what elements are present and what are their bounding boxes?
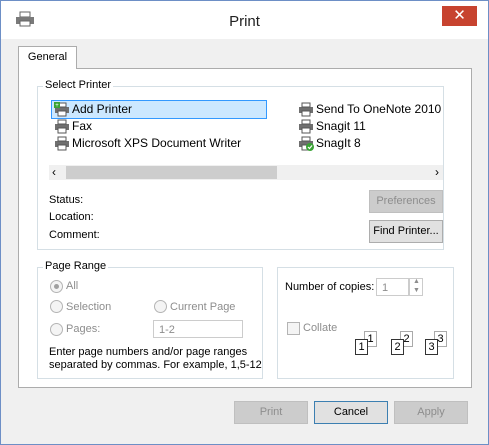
printer-label: Fax — [72, 119, 93, 133]
location-label: Location: — [49, 211, 94, 223]
printer-icon — [299, 102, 313, 117]
add-printer-icon: + — [54, 102, 69, 117]
apply-button[interactable]: Apply — [394, 401, 468, 424]
pages-input[interactable]: 1-2 — [153, 320, 243, 338]
spin-down-icon[interactable]: ▼ — [413, 287, 420, 294]
title-bar: Print ✕ — [1, 1, 488, 39]
printer-item-add-printer[interactable]: + Add Printer — [51, 100, 267, 119]
radio-dot — [54, 284, 59, 289]
fax-icon — [55, 119, 69, 134]
print-dialog: Print ✕ General Select Printer + Add Pri… — [0, 0, 489, 445]
printer-item-xps[interactable]: Microsoft XPS Document Writer — [52, 135, 266, 152]
printer-icon — [55, 136, 69, 151]
printer-label: Snagit 11 — [316, 119, 366, 133]
spin-up-icon[interactable]: ▲ — [413, 278, 420, 285]
scroll-thumb[interactable] — [66, 166, 277, 179]
printer-label: Microsoft XPS Document Writer — [72, 136, 242, 150]
close-button[interactable]: ✕ — [442, 6, 477, 26]
collate-checkbox[interactable] — [287, 322, 300, 335]
tab-general[interactable]: General — [18, 46, 77, 69]
radio-current-page[interactable] — [154, 300, 167, 313]
pages-label: Pages: — [66, 323, 101, 335]
printer-item-onenote[interactable]: Send To OneNote 2010 — [296, 101, 446, 118]
print-button[interactable]: Print — [234, 401, 308, 424]
all-label: All — [66, 280, 79, 292]
comment-label: Comment: — [49, 229, 100, 241]
selection-label: Selection — [66, 301, 112, 313]
preferences-button[interactable]: Preferences — [369, 190, 443, 213]
page-range-label: Page Range — [43, 260, 109, 272]
page-range-hint: Enter page numbers and/or page ranges se… — [49, 346, 262, 371]
collate-label: Collate — [303, 322, 338, 334]
cancel-button[interactable]: Cancel — [314, 401, 388, 424]
radio-pages[interactable] — [50, 323, 63, 336]
printer-item-snagit-8[interactable]: SnagIt 8 — [296, 135, 446, 152]
current-page-label: Current Page — [170, 301, 236, 313]
radio-all[interactable] — [50, 280, 63, 293]
printer-icon — [299, 119, 313, 134]
tab-panel-general: Select Printer + Add Printer Fax Microso… — [18, 68, 472, 388]
printer-item-snagit-11[interactable]: Snagit 11 — [296, 118, 446, 135]
printer-list-scrollbar[interactable]: ‹ › — [49, 165, 443, 180]
copies-spinner[interactable]: ▲ ▼ — [409, 278, 423, 296]
radio-selection[interactable] — [50, 300, 63, 313]
select-printer-label: Select Printer — [43, 79, 114, 91]
copies-input[interactable]: 1 — [376, 278, 409, 296]
printer-label: SnagIt 8 — [316, 136, 361, 150]
scroll-right-icon[interactable]: › — [435, 165, 439, 180]
number-of-copies-label: Number of copies: — [285, 281, 375, 293]
printer-item-fax[interactable]: Fax — [52, 118, 266, 135]
find-printer-button[interactable]: Find Printer... — [369, 220, 443, 243]
printer-label: Add Printer — [72, 102, 133, 116]
collate-page: 2 — [391, 339, 404, 355]
scroll-left-icon[interactable]: ‹ — [52, 165, 56, 180]
default-printer-icon — [299, 136, 314, 151]
status-label: Status: — [49, 194, 84, 206]
collate-page: 1 — [355, 339, 368, 355]
printer-label: Send To OneNote 2010 — [316, 102, 442, 116]
window-title: Print — [229, 13, 260, 30]
svg-text:+: + — [55, 103, 59, 109]
collate-page: 3 — [425, 339, 438, 355]
